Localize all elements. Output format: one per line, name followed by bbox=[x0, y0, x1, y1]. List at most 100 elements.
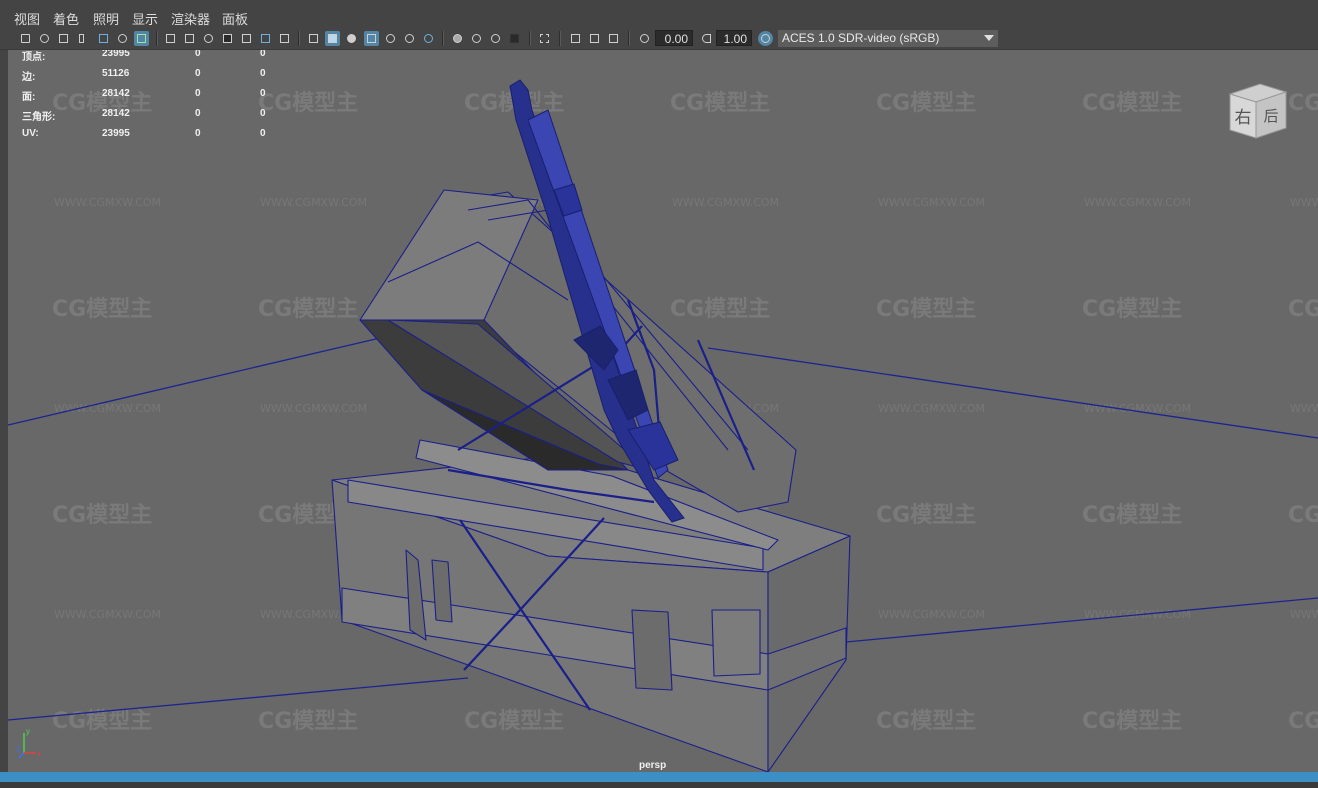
use-default-material-icon[interactable] bbox=[344, 31, 359, 46]
grid-line bbox=[707, 347, 1318, 439]
panel-toolbar: 0.00 1.00 ACES 1.0 SDR-video (sRGB) bbox=[0, 28, 1318, 50]
watermark-logo: CG模型主 bbox=[52, 709, 152, 734]
viewcube-label-right: 右 bbox=[1235, 108, 1252, 128]
hud-row-triangles: 三角形: 28142 0 0 bbox=[22, 108, 282, 123]
menu-shading[interactable]: 着色 bbox=[53, 9, 79, 28]
maya-viewport-panel: 视图 着色 照明 显示 渲染器 面板 0.00 1.00 ACES 1.0 SD… bbox=[0, 0, 1318, 788]
gamma-field[interactable]: 1.00 bbox=[716, 30, 752, 46]
motion-blur-icon[interactable] bbox=[469, 31, 484, 46]
watermark-logo: CG模型主 bbox=[1082, 503, 1182, 528]
multisample-aa-icon[interactable] bbox=[488, 31, 503, 46]
hud-label: 边: bbox=[22, 72, 36, 83]
hud-label: UV: bbox=[22, 128, 39, 139]
watermark-logo: CG模型主 bbox=[464, 709, 564, 734]
watermark-url: WWW.CGMXW.COM bbox=[54, 608, 161, 621]
watermark-logo: CG模型主 bbox=[1288, 91, 1318, 116]
watermark-url: WWW.CGMXW.COM bbox=[672, 196, 779, 209]
grid-icon[interactable] bbox=[163, 31, 178, 46]
watermark-logo: CG模型主 bbox=[1082, 91, 1182, 116]
watermark-logo: CG模型主 bbox=[876, 709, 976, 734]
image-plane-icon[interactable] bbox=[76, 31, 91, 46]
crate-panel bbox=[631, 609, 673, 691]
watermark-url: WWW.CGMXW.COM bbox=[260, 196, 367, 209]
hud-row-faces: 面: 28142 0 0 bbox=[22, 88, 282, 103]
watermark-logo: CG模型主 bbox=[670, 91, 770, 116]
hud-value: 51126 bbox=[102, 68, 130, 79]
bottom-strip bbox=[0, 782, 1318, 788]
safe-action-icon[interactable] bbox=[258, 31, 273, 46]
shadows-icon[interactable] bbox=[421, 31, 436, 46]
isolate-select-icon[interactable] bbox=[537, 31, 552, 46]
watermark-url: WWW.CGMXW.COM bbox=[878, 608, 985, 621]
xray-joints-icon[interactable] bbox=[568, 31, 583, 46]
time-slider-bar[interactable] bbox=[0, 772, 1318, 782]
hud-value: 28142 bbox=[102, 88, 130, 99]
toolbar-separator bbox=[529, 31, 531, 46]
menu-renderer[interactable]: 渲染器 bbox=[171, 9, 210, 28]
field-chart-icon[interactable] bbox=[239, 31, 254, 46]
toolbar-separator bbox=[442, 31, 444, 46]
watermark-url: WWW.CGMXW.COM bbox=[878, 402, 985, 415]
watermark-logo: CG模型主 bbox=[876, 503, 976, 528]
chevron-down-icon[interactable] bbox=[984, 35, 994, 41]
axis-x-label: x bbox=[37, 749, 41, 758]
pencil-icon[interactable] bbox=[134, 31, 149, 46]
camera-icon[interactable] bbox=[18, 31, 33, 46]
camera-attributes-icon[interactable] bbox=[37, 31, 52, 46]
hud-row-edges: 边: 51126 0 0 bbox=[22, 68, 282, 83]
xray-icon[interactable] bbox=[383, 31, 398, 46]
scene-canvas[interactable]: CG模型主 WWW.CGMXW.COM CG模型主 WWW.CGMXW.COM CG模型… bbox=[8, 50, 1318, 772]
gate-mask-icon[interactable] bbox=[220, 31, 235, 46]
hud-label: 面: bbox=[22, 92, 36, 103]
film-gate-icon[interactable] bbox=[182, 31, 197, 46]
resolution-gate-icon[interactable] bbox=[201, 31, 216, 46]
safe-title-icon[interactable] bbox=[277, 31, 292, 46]
color-management-icon[interactable] bbox=[758, 31, 773, 46]
axis-gizmo: y x z bbox=[16, 727, 41, 759]
grid-toggle-icon[interactable] bbox=[96, 31, 111, 46]
menu-show[interactable]: 显示 bbox=[132, 9, 158, 28]
toolbar-separator bbox=[628, 31, 630, 46]
hud-value: 0 bbox=[260, 128, 266, 139]
exposure-field[interactable]: 0.00 bbox=[655, 30, 693, 46]
screen-space-ao-icon[interactable] bbox=[450, 31, 465, 46]
watermark-url: WWW.CGMXW.COM bbox=[1084, 196, 1191, 209]
wireframe-icon[interactable] bbox=[306, 31, 321, 46]
toolbar-separator bbox=[156, 31, 158, 46]
watermark-logo: CG模型主 bbox=[670, 297, 770, 322]
viewcube[interactable]: 右 后 bbox=[1226, 80, 1288, 140]
watermark-logo: CG模型主 bbox=[1288, 297, 1318, 322]
menu-view[interactable]: 视图 bbox=[14, 9, 40, 28]
hud-value: 0 bbox=[260, 108, 266, 119]
move-tool-icon[interactable] bbox=[115, 31, 130, 46]
gamma-icon[interactable] bbox=[699, 31, 714, 46]
hud-value: 0 bbox=[195, 50, 201, 59]
wireframe-on-shaded-icon[interactable] bbox=[364, 31, 379, 46]
watermark-url: WWW.CGMXW.COM bbox=[54, 196, 161, 209]
watermark-logo: CG模型主 bbox=[258, 297, 358, 322]
menu-lighting[interactable]: 照明 bbox=[93, 9, 119, 28]
panel-menu-bar: 视图 着色 照明 显示 渲染器 面板 bbox=[0, 6, 1318, 28]
lighting-icon[interactable] bbox=[402, 31, 417, 46]
hud-value: 0 bbox=[195, 128, 201, 139]
color-space-dropdown[interactable]: ACES 1.0 SDR-video (sRGB) bbox=[778, 30, 998, 47]
hud-value: 0 bbox=[260, 88, 266, 99]
smooth-shade-icon[interactable] bbox=[325, 31, 340, 46]
grid-line bbox=[8, 677, 469, 721]
depth-of-field-icon[interactable] bbox=[507, 31, 522, 46]
menu-panels[interactable]: 面板 bbox=[222, 9, 248, 28]
watermark-url: WWW.CGMXW.COM bbox=[260, 402, 367, 415]
3d-viewport[interactable]: CG模型主 WWW.CGMXW.COM CG模型主 WWW.CGMXW.COM CG模型… bbox=[8, 50, 1318, 772]
hud-value: 0 bbox=[195, 68, 201, 79]
xray-active-icon[interactable] bbox=[587, 31, 602, 46]
hud-value: 23995 bbox=[102, 128, 130, 139]
exposure-icon[interactable] bbox=[637, 31, 652, 46]
bookmark-icon[interactable] bbox=[56, 31, 71, 46]
watermark-url: WWW.CGMXW.COM bbox=[1084, 402, 1191, 415]
hud-toggle-icon[interactable] bbox=[606, 31, 621, 46]
crate-panel bbox=[711, 609, 761, 677]
watermark-logo: CG模型主 bbox=[1288, 709, 1318, 734]
watermark-logo: CG模型主 bbox=[1082, 709, 1182, 734]
hud-row-uvs: UV: 23995 0 0 bbox=[22, 128, 282, 142]
watermark-logo: CG模型主 bbox=[52, 503, 152, 528]
